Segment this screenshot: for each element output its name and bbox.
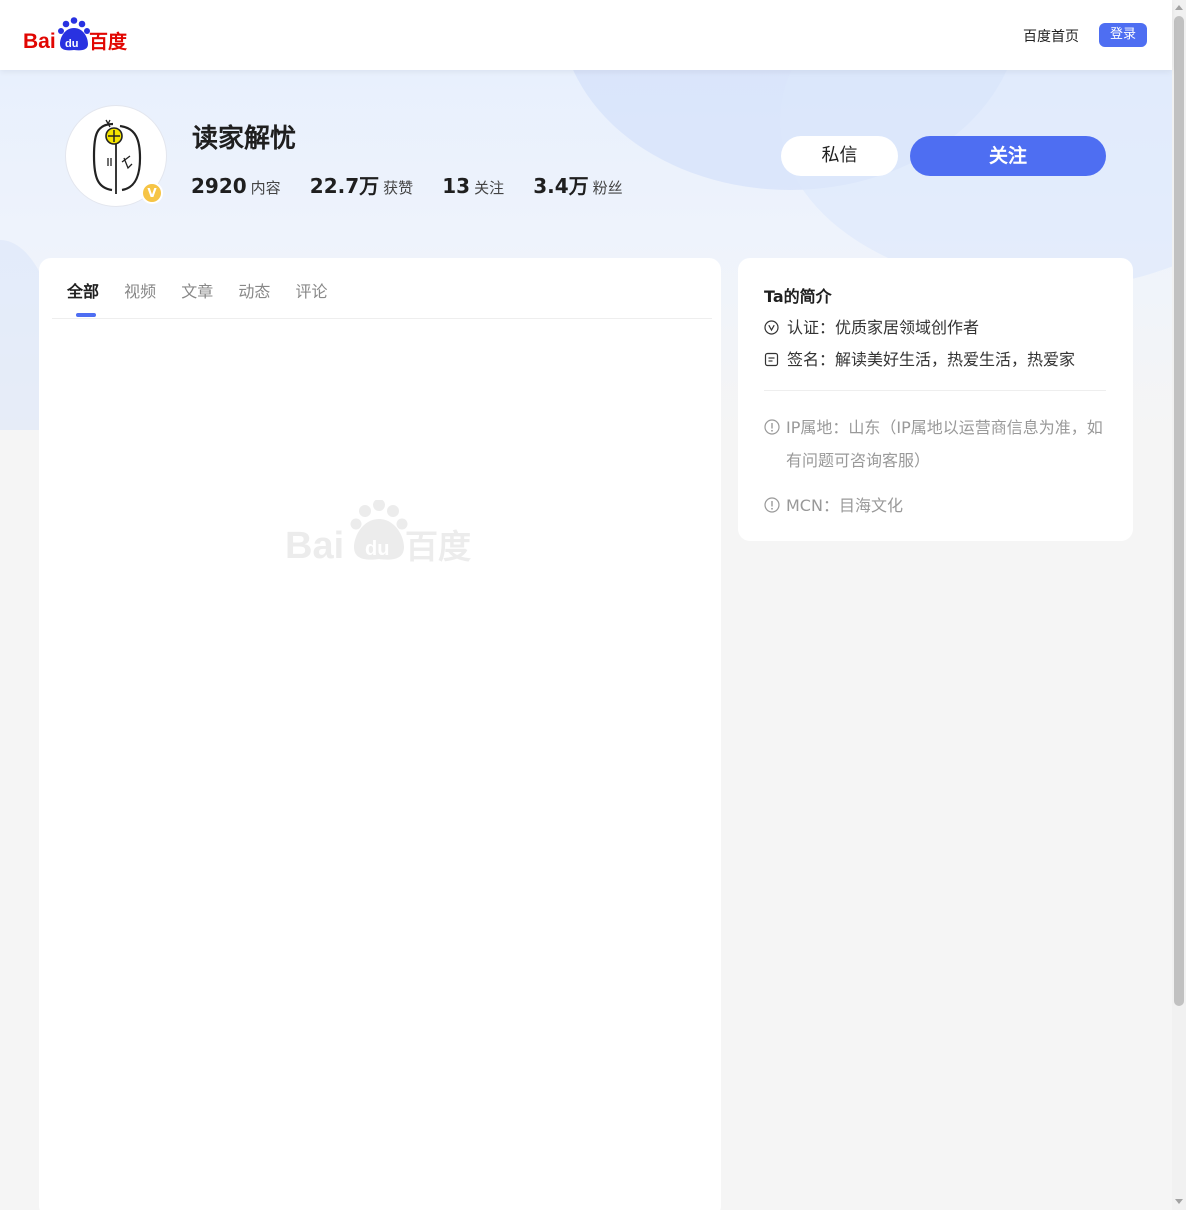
ip-location-text: IP属地：山东（IP属地以运营商信息为准，如有问题可咨询客服） bbox=[786, 418, 1103, 470]
stat-label: 粉丝 bbox=[592, 179, 623, 197]
content-tabs: 全部 视频 文章 动态 评论 bbox=[67, 278, 347, 302]
stat-label: 关注 bbox=[474, 179, 505, 197]
stat-following[interactable]: 13 关注 bbox=[442, 174, 504, 198]
svg-text:Bai: Bai bbox=[23, 30, 56, 53]
stat-value: 22.7万 bbox=[309, 174, 380, 198]
intro-divider bbox=[764, 390, 1106, 391]
stat-value: 3.4万 bbox=[533, 174, 589, 198]
scroll-up-arrow-icon[interactable] bbox=[1175, 5, 1183, 10]
svg-text:百度: 百度 bbox=[405, 527, 471, 566]
mcn-row: MCN：目海文化 bbox=[764, 489, 1109, 522]
baidu-home-link[interactable]: 百度首页 bbox=[1023, 26, 1079, 46]
certification-text: 认证：优质家居领域创作者 bbox=[787, 318, 980, 337]
tab-all[interactable]: 全部 bbox=[67, 278, 99, 302]
tab-article[interactable]: 文章 bbox=[181, 278, 213, 302]
stat-label: 获赞 bbox=[383, 179, 414, 197]
info-icon bbox=[764, 419, 780, 435]
svg-text:Bai: Bai bbox=[285, 525, 344, 566]
baidu-logo[interactable]: Bai du 百度 bbox=[23, 17, 129, 53]
svg-text:百度: 百度 bbox=[89, 30, 128, 53]
signature-icon bbox=[764, 352, 779, 367]
intro-panel: Ta的简介 认证：优质家居领域创作者 签名：解读美好生活，热爱生活，热爱家 IP… bbox=[738, 258, 1133, 541]
login-button[interactable]: 登录 bbox=[1099, 23, 1147, 47]
stat-likes: 22.7万 获赞 bbox=[310, 170, 413, 199]
profile-name: 读家解忧 bbox=[192, 124, 297, 154]
scrollbar-thumb[interactable] bbox=[1174, 16, 1184, 1006]
verified-badge: V bbox=[141, 182, 163, 204]
baidu-loading-watermark: Bai du 百度 bbox=[285, 500, 471, 566]
tab-divider bbox=[52, 318, 712, 319]
content-panel: 全部 视频 文章 动态 评论 Bai du 百度 bbox=[39, 258, 721, 1210]
follow-button[interactable]: 关注 bbox=[910, 136, 1106, 176]
active-tab-indicator bbox=[76, 313, 96, 317]
top-nav-bar: Bai du 百度 百度首页 登录 bbox=[0, 0, 1172, 70]
private-message-button[interactable]: 私信 bbox=[781, 136, 898, 176]
ip-location-row: IP属地：山东（IP属地以运营商信息为准，如有问题可咨询客服） bbox=[764, 411, 1109, 477]
stat-content[interactable]: 2920 内容 bbox=[191, 174, 281, 198]
stat-fans[interactable]: 3.4万 粉丝 bbox=[533, 170, 622, 199]
profile-stats: 2920 内容 22.7万 获赞 13 关注 3.4万 粉丝 bbox=[191, 170, 647, 199]
stat-value: 13 bbox=[442, 174, 471, 198]
stat-label: 内容 bbox=[250, 179, 281, 197]
svg-text:du: du bbox=[65, 38, 78, 50]
decorative-shape bbox=[780, 70, 1172, 290]
verified-icon bbox=[764, 320, 779, 335]
intro-title: Ta的简介 bbox=[764, 287, 832, 306]
certification-row: 认证：优质家居领域创作者 bbox=[764, 314, 979, 338]
scroll-down-arrow-icon[interactable] bbox=[1175, 1199, 1183, 1204]
svg-text:du: du bbox=[365, 538, 389, 560]
mcn-text: MCN：目海文化 bbox=[786, 496, 903, 515]
tab-video[interactable]: 视频 bbox=[124, 278, 156, 302]
signature-text: 签名：解读美好生活，热爱生活，热爱家 bbox=[787, 350, 1076, 369]
stat-value: 2920 bbox=[191, 174, 247, 198]
signature-row: 签名：解读美好生活，热爱生活，热爱家 bbox=[764, 346, 1075, 370]
tab-comment[interactable]: 评论 bbox=[295, 278, 327, 302]
tab-dynamic[interactable]: 动态 bbox=[238, 278, 270, 302]
info-icon bbox=[764, 497, 780, 513]
